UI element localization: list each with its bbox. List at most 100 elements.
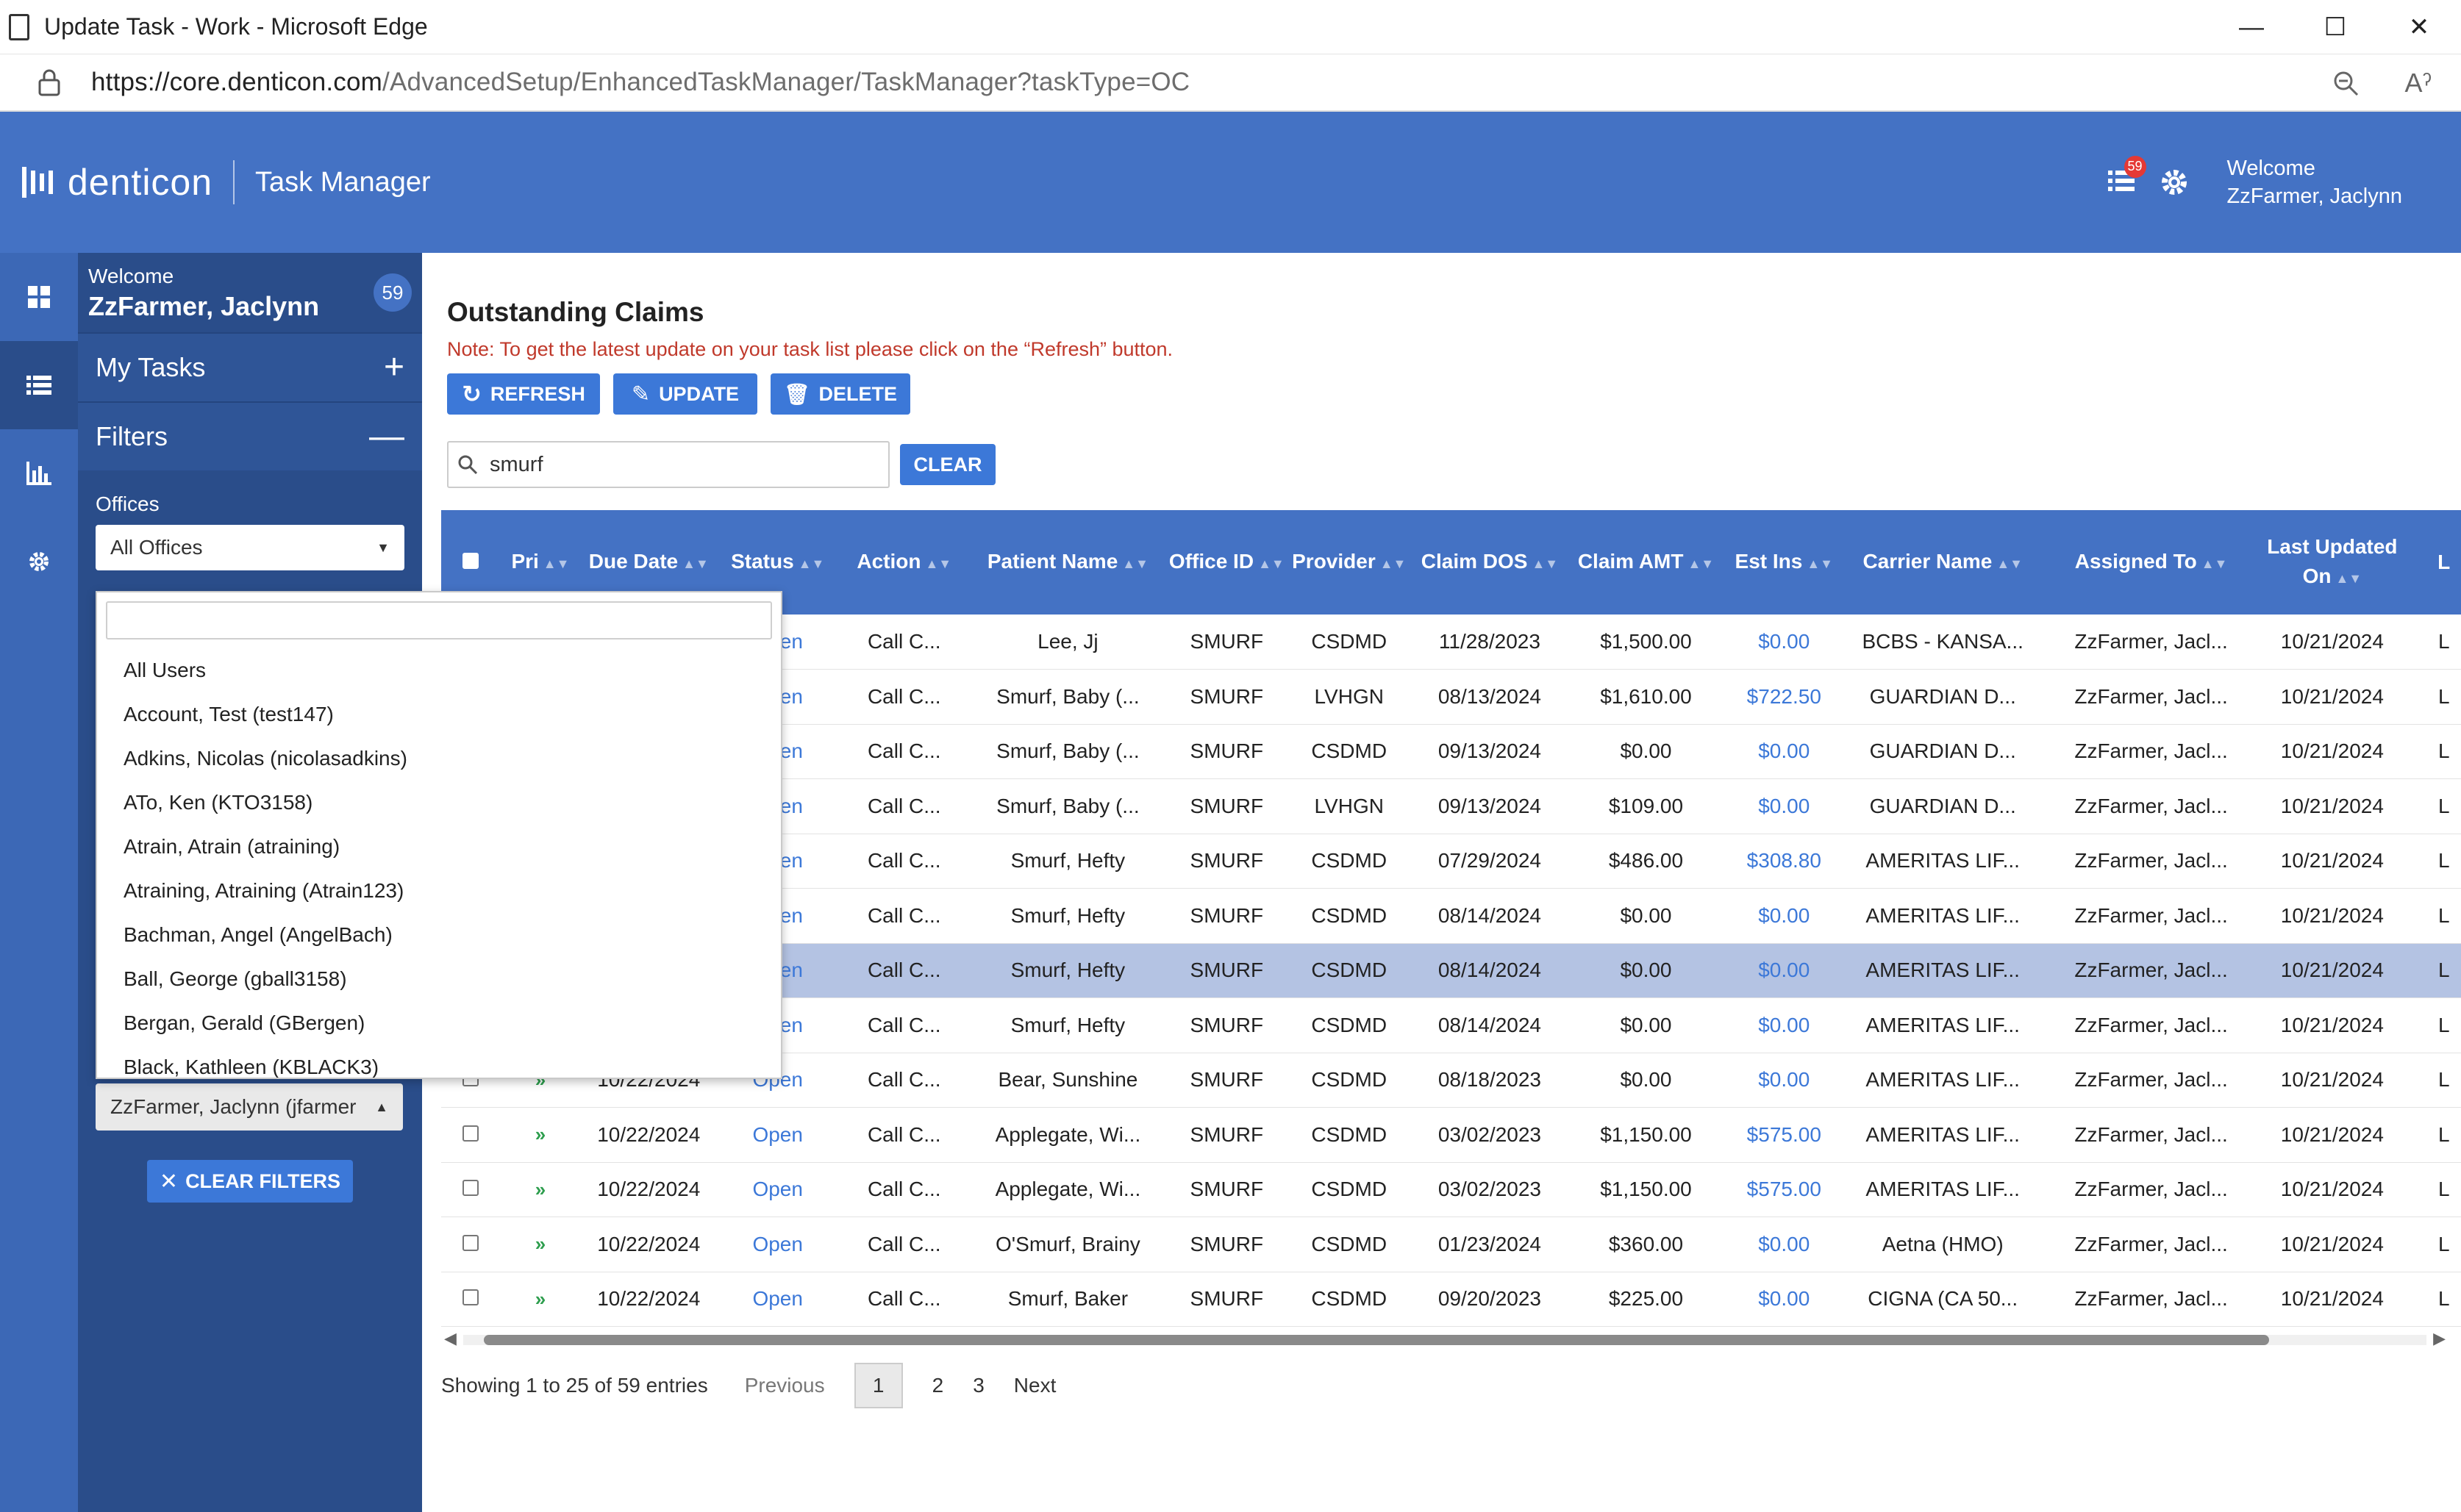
- table-row[interactable]: » 10/22/2024 Open Call C... O'Smurf, Brainy S…: [441, 1217, 2461, 1272]
- read-aloud-icon[interactable]: Aˀ: [2404, 68, 2432, 98]
- rail-settings[interactable]: [0, 517, 78, 606]
- gear-icon[interactable]: [2158, 166, 2190, 198]
- minimize-icon[interactable]: —: [2210, 0, 2293, 54]
- clear-search-button[interactable]: CLEAR: [900, 444, 996, 485]
- horizontal-scrollbar[interactable]: ◀ ▶: [441, 1328, 2449, 1352]
- sort-icon[interactable]: ▲▼: [543, 556, 570, 571]
- table-cell[interactable]: $0.00: [1723, 1272, 1846, 1327]
- table-cell[interactable]: $0.00: [1723, 1053, 1846, 1108]
- sort-icon[interactable]: ▲▼: [925, 556, 951, 571]
- close-icon[interactable]: ✕: [2377, 0, 2461, 54]
- refresh-button[interactable]: ↻ REFRESH: [447, 373, 600, 415]
- zoom-icon[interactable]: [2331, 68, 2360, 98]
- sort-icon[interactable]: ▲▼: [1532, 556, 1558, 571]
- sort-icon[interactable]: ▲▼: [682, 556, 709, 571]
- user-dropdown-list[interactable]: All Users Account, Test (test147) Adkins, …: [96, 591, 782, 1079]
- plus-icon[interactable]: +: [384, 350, 404, 385]
- next-page-button[interactable]: Next: [1014, 1374, 1057, 1397]
- my-tasks-section[interactable]: My Tasks +: [78, 332, 422, 401]
- table-cell[interactable]: $575.00: [1723, 1107, 1846, 1163]
- update-button[interactable]: ✎ UPDATE: [613, 373, 757, 415]
- rail-reports[interactable]: [0, 429, 78, 517]
- table-cell[interactable]: Open: [717, 1272, 838, 1327]
- dropdown-search-input[interactable]: [106, 601, 772, 639]
- table-cell[interactable]: Open: [717, 1217, 838, 1272]
- scroll-thumb[interactable]: [484, 1335, 2269, 1345]
- delete-button[interactable]: 🗑 DELETE: [771, 373, 910, 415]
- url-text[interactable]: https://core.denticon.com/AdvancedSetup/…: [91, 68, 1190, 97]
- dropdown-option[interactable]: ATo, Ken (KTO3158): [97, 781, 781, 825]
- address-bar[interactable]: https://core.denticon.com/AdvancedSetup/…: [0, 54, 2461, 112]
- table-row[interactable]: » 10/22/2024 Open Call C... Applegate, Wi...…: [441, 1162, 2461, 1217]
- sort-icon[interactable]: ▲▼: [2201, 556, 2228, 571]
- table-cell[interactable]: $0.00: [1723, 724, 1846, 779]
- rail-dashboard[interactable]: [0, 253, 78, 341]
- column-header[interactable]: Claim AMT ▲▼: [1568, 510, 1724, 615]
- select-all-checkbox[interactable]: [462, 553, 479, 569]
- sort-icon[interactable]: ▲▼: [1380, 556, 1407, 571]
- table-cell[interactable]: Open: [717, 1107, 838, 1163]
- column-header[interactable]: L: [2402, 510, 2461, 615]
- sort-icon[interactable]: ▲▼: [1996, 556, 2023, 571]
- maximize-icon[interactable]: ☐: [2293, 0, 2377, 54]
- task-list-notification[interactable]: 59: [2107, 155, 2146, 199]
- dropdown-option[interactable]: Atraining, Atraining (Atrain123): [97, 869, 781, 913]
- lock-icon[interactable]: [37, 68, 62, 96]
- table-cell[interactable]: $0.00: [1723, 997, 1846, 1053]
- sort-icon[interactable]: ▲▼: [1258, 556, 1285, 571]
- dropdown-option[interactable]: Account, Test (test147): [97, 692, 781, 737]
- sort-icon[interactable]: ▲▼: [1122, 556, 1149, 571]
- clear-filters-button[interactable]: ✕ CLEAR FILTERS: [147, 1160, 353, 1203]
- table-cell[interactable]: Open: [717, 1162, 838, 1217]
- column-header[interactable]: Last Updated On ▲▼: [2262, 510, 2403, 615]
- row-checkbox[interactable]: [462, 1125, 479, 1142]
- offices-select[interactable]: All Offices ▼: [96, 525, 404, 570]
- table-row[interactable]: » 10/22/2024 Open Call C... Applegate, Wi...…: [441, 1107, 2461, 1163]
- minus-icon[interactable]: —: [369, 419, 404, 454]
- table-cell[interactable]: $0.00: [1723, 1217, 1846, 1272]
- column-header[interactable]: Patient Name ▲▼: [970, 510, 1166, 615]
- column-header[interactable]: Action ▲▼: [837, 510, 971, 615]
- scroll-left-icon[interactable]: ◀: [444, 1329, 457, 1348]
- column-header[interactable]: Est Ins ▲▼: [1723, 510, 1846, 615]
- sort-icon[interactable]: ▲▼: [2335, 571, 2362, 586]
- scroll-right-icon[interactable]: ▶: [2433, 1329, 2446, 1348]
- search-input[interactable]: smurf: [447, 441, 890, 488]
- column-header[interactable]: Provider ▲▼: [1287, 510, 1410, 615]
- table-cell[interactable]: $575.00: [1723, 1162, 1846, 1217]
- column-header[interactable]: Carrier Name ▲▼: [1845, 510, 2040, 615]
- column-header[interactable]: Office ID ▲▼: [1165, 510, 1288, 615]
- dropdown-option[interactable]: Ball, George (gball3158): [97, 957, 781, 1001]
- row-checkbox[interactable]: [462, 1234, 479, 1251]
- row-select-cell[interactable]: [441, 1162, 501, 1217]
- dropdown-option[interactable]: Adkins, Nicolas (nicolasadkins): [97, 737, 781, 781]
- row-select-cell[interactable]: [441, 1107, 501, 1163]
- table-cell[interactable]: $0.00: [1723, 943, 1846, 998]
- previous-page-button[interactable]: Previous: [745, 1374, 825, 1397]
- row-select-cell[interactable]: [441, 1272, 501, 1327]
- sort-icon[interactable]: ▲▼: [1807, 556, 1833, 571]
- page-1-button[interactable]: 1: [854, 1363, 903, 1408]
- dropdown-option[interactable]: Black, Kathleen (KBLACK3): [97, 1045, 781, 1078]
- table-row[interactable]: » 10/22/2024 Open Call C... Smurf, Baker SMUR…: [441, 1272, 2461, 1327]
- table-cell[interactable]: $0.00: [1723, 615, 1846, 670]
- page-3-button[interactable]: 3: [973, 1374, 985, 1397]
- filters-section[interactable]: Filters —: [78, 401, 422, 470]
- table-cell[interactable]: $722.50: [1723, 669, 1846, 725]
- row-checkbox[interactable]: [462, 1289, 479, 1306]
- column-header[interactable]: Claim DOS ▲▼: [1410, 510, 1569, 615]
- sort-icon[interactable]: ▲▼: [799, 556, 825, 571]
- sort-icon[interactable]: ▲▼: [1687, 556, 1714, 571]
- row-checkbox[interactable]: [462, 1180, 479, 1197]
- dropdown-option[interactable]: Atrain, Atrain (atraining): [97, 825, 781, 869]
- rail-task-list[interactable]: [0, 341, 78, 429]
- row-select-cell[interactable]: [441, 1217, 501, 1272]
- table-cell[interactable]: $0.00: [1723, 888, 1846, 944]
- dropdown-option[interactable]: Bergan, Gerald (GBergen): [97, 1001, 781, 1045]
- page-2-button[interactable]: 2: [932, 1374, 944, 1397]
- table-cell[interactable]: $308.80: [1723, 834, 1846, 889]
- dropdown-option[interactable]: All Users: [97, 648, 781, 692]
- column-header[interactable]: Assigned To ▲▼: [2040, 510, 2262, 615]
- assigned-user-select[interactable]: ZzFarmer, Jaclynn (jfarmer ▲: [96, 1083, 403, 1131]
- table-cell[interactable]: $0.00: [1723, 778, 1846, 834]
